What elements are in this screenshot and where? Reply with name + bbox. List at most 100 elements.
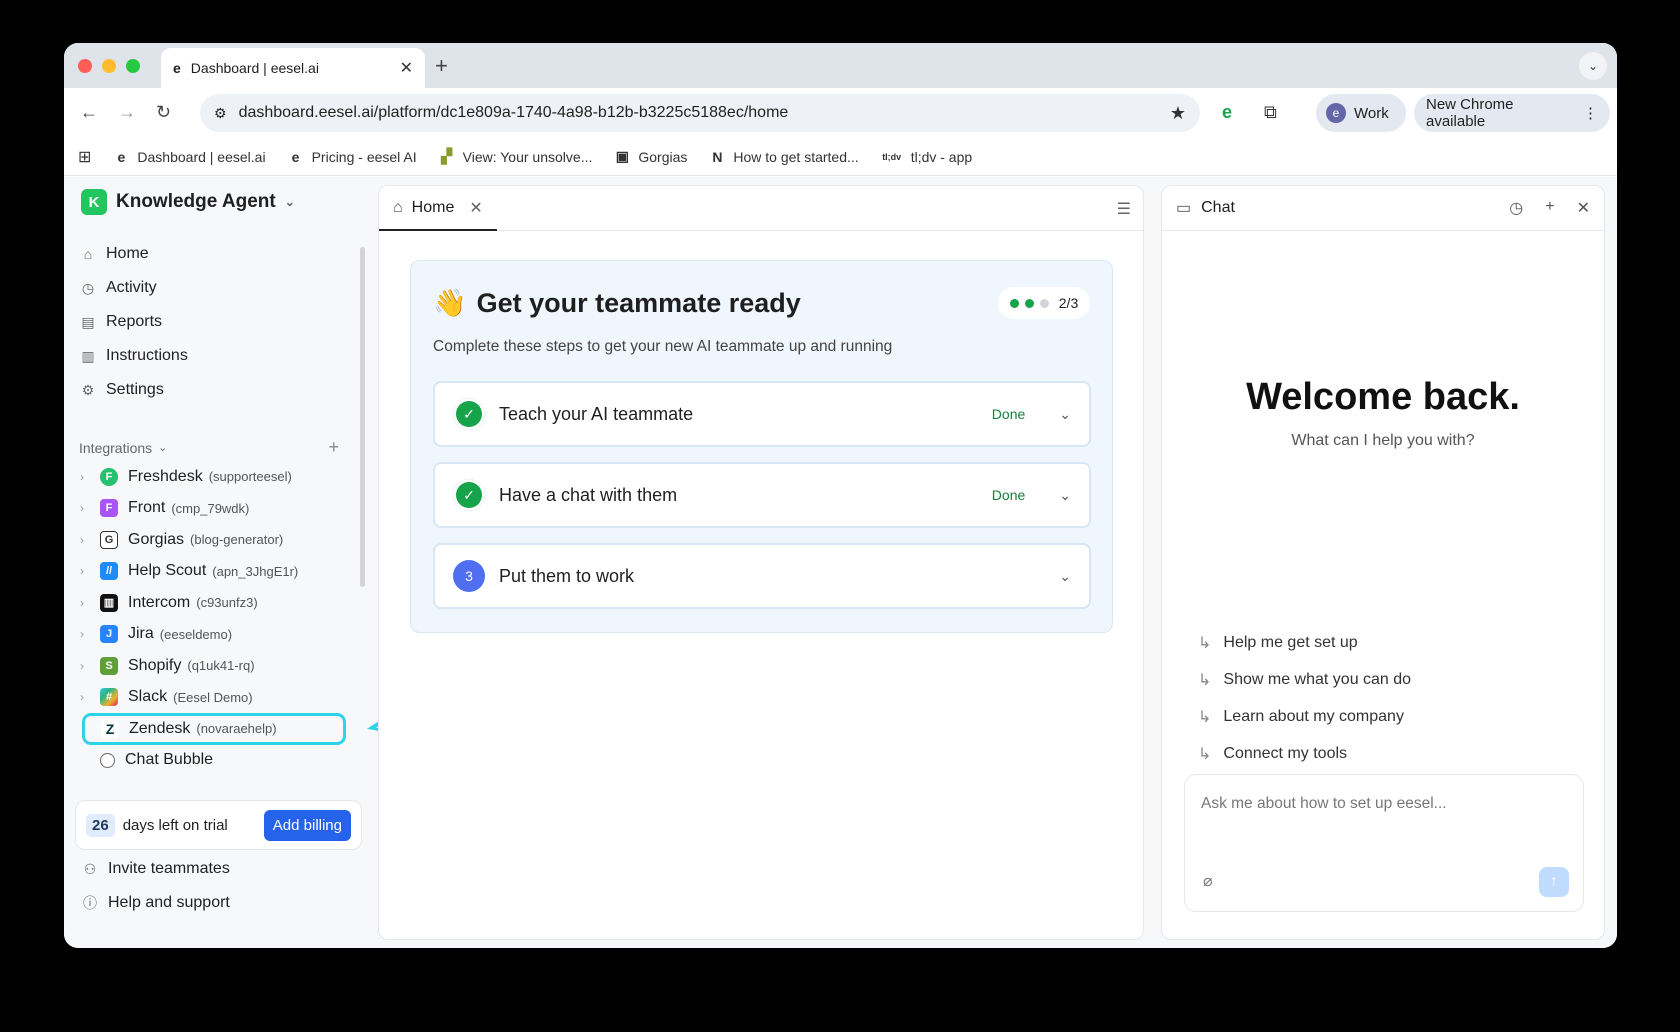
chevron-right-icon[interactable]: › — [80, 533, 94, 547]
send-arrow-icon[interactable]: ↑ — [1539, 867, 1569, 897]
bookmark-item[interactable]: ▣ Gorgias — [614, 148, 688, 165]
step-chat[interactable]: ✓ Have a chat with them Done ⌄ — [433, 462, 1091, 528]
profile-avatar: e — [1326, 103, 1346, 123]
sidebar-item-activity[interactable]: ◷ Activity — [80, 271, 340, 305]
chat-bubble-icon: ▭ — [1176, 200, 1192, 217]
chevron-right-icon[interactable]: › — [80, 596, 94, 610]
new-tab-button[interactable]: + — [435, 53, 448, 79]
reload-icon[interactable]: ↻ — [156, 102, 171, 123]
nav-label: Instructions — [106, 347, 188, 364]
chevron-right-icon[interactable]: › — [80, 564, 94, 578]
forward-arrow-icon[interactable]: → — [118, 102, 136, 123]
integration-account: (eeseldemo) — [159, 626, 233, 642]
gorgias-icon: G — [100, 530, 118, 549]
file-text-icon: ▥ — [81, 347, 95, 364]
paperclip-icon[interactable]: ⌀ — [1203, 871, 1213, 891]
menu-icon[interactable]: ☰ — [1117, 199, 1131, 219]
close-tab-icon[interactable]: ✕ — [400, 58, 413, 78]
chevron-down-icon[interactable]: ⌄ — [1059, 568, 1071, 585]
history-clock-icon[interactable]: ◷ — [1509, 198, 1523, 218]
help-support-link[interactable]: ⓘ Help and support — [82, 886, 230, 920]
bookmark-item[interactable]: N How to get started... — [709, 149, 858, 165]
apps-grid-icon[interactable]: ⊞ — [78, 147, 91, 167]
integration-account: (c93unfz3) — [196, 595, 258, 611]
step-work[interactable]: 3 Put them to work ⌄ — [433, 543, 1091, 609]
chevron-right-icon[interactable]: › — [80, 690, 94, 704]
workspace-switcher[interactable]: K Knowledge Agent ⌄ — [81, 189, 295, 215]
bookmark-item[interactable]: ▞ View: Your unsolve... — [439, 148, 593, 165]
close-window-button[interactable] — [78, 59, 92, 73]
suggestion-item[interactable]: ↳ Help me get set up — [1198, 624, 1411, 661]
integration-name: Zendesk — [129, 719, 191, 737]
title-bar: e Dashboard | eesel.ai ✕ + ⌄ — [64, 43, 1617, 88]
tab-search-chevron-icon[interactable]: ⌄ — [1579, 52, 1607, 80]
minimize-window-button[interactable] — [102, 59, 116, 73]
sidebar-bottom-nav: ⚇ Invite teammates ⓘ Help and support — [82, 852, 230, 920]
kebab-menu-icon[interactable]: ⋮ — [1583, 104, 1598, 122]
chrome-update-button[interactable]: New Chrome available ⋮ — [1414, 94, 1610, 132]
sidebar-scrollbar[interactable] — [360, 247, 365, 587]
progress-dot — [1024, 298, 1034, 308]
integration-gorgias[interactable]: › G Gorgias (blog-generator) — [78, 524, 358, 556]
check-circle-icon: ✓ — [453, 479, 485, 511]
suggestion-item[interactable]: ↳ Show me what you can do — [1198, 661, 1411, 698]
close-icon[interactable]: ✕ — [469, 198, 482, 218]
sidebar-item-instructions[interactable]: ▥ Instructions — [80, 339, 340, 373]
bookmark-item[interactable]: e Dashboard | eesel.ai — [113, 149, 266, 165]
browser-tab[interactable]: e Dashboard | eesel.ai ✕ — [161, 48, 425, 88]
integrations-header[interactable]: Integrations ⌄ + — [79, 437, 339, 458]
eesel-extension-icon[interactable]: e — [1222, 102, 1232, 123]
profile-button[interactable]: e Work — [1316, 94, 1406, 132]
bookmark-label: View: Your unsolve... — [462, 148, 593, 165]
integration-shopify[interactable]: › S Shopify (q1uk41-rq) — [78, 650, 358, 682]
gorgias-icon: ▣ — [615, 148, 629, 164]
bookmark-star-icon[interactable]: ★ — [1170, 103, 1186, 124]
integration-account: (supporteesel) — [208, 469, 292, 485]
chevron-right-icon[interactable]: › — [80, 659, 94, 673]
integration-chat-bubble[interactable]: Chat Bubble — [78, 745, 358, 777]
suggestion-item[interactable]: ↳ Learn about my company — [1198, 698, 1411, 735]
tab-home[interactable]: ⌂ Home ✕ — [379, 186, 497, 231]
close-icon[interactable]: ✕ — [1577, 198, 1590, 218]
progress-dot — [1009, 298, 1019, 308]
step-status: Done — [991, 406, 1026, 422]
sidebar-item-home[interactable]: ⌂ Home — [80, 237, 340, 271]
chevron-down-icon[interactable]: ⌄ — [1059, 406, 1071, 423]
add-integration-icon[interactable]: + — [328, 437, 339, 458]
address-bar[interactable]: ⚙ dashboard.eesel.ai/platform/dc1e809a-1… — [200, 94, 1200, 132]
integration-zendesk[interactable]: Z Zendesk (novaraehelp) — [82, 713, 346, 745]
step-teach[interactable]: ✓ Teach your AI teammate Done ⌄ — [433, 381, 1091, 447]
back-arrow-icon[interactable]: ← — [80, 102, 98, 123]
integration-help-scout[interactable]: › // Help Scout (apn_3JhgE1r) — [78, 556, 358, 588]
site-settings-icon[interactable]: ⚙ — [214, 105, 227, 122]
maximize-window-button[interactable] — [126, 59, 140, 73]
home-icon: ⌂ — [393, 198, 403, 216]
progress-indicator: 2/3 — [998, 287, 1090, 319]
bookmark-label: How to get started... — [733, 148, 859, 165]
invite-teammates-link[interactable]: ⚇ Invite teammates — [82, 852, 230, 886]
step-label: Teach your AI teammate — [499, 403, 694, 424]
bookmark-item[interactable]: tl;dv tl;dv - app — [881, 149, 972, 165]
integration-intercom[interactable]: › ▥ Intercom (c93unfz3) — [78, 587, 358, 619]
chevron-right-icon[interactable]: › — [80, 501, 94, 515]
chevron-right-icon[interactable]: › — [80, 627, 94, 641]
suggestion-item[interactable]: ↳ Connect my tools — [1198, 735, 1411, 772]
sidebar-item-reports[interactable]: ▤ Reports — [80, 305, 340, 339]
chat-input[interactable]: Ask me about how to set up eesel... ⌀ ↑ — [1184, 774, 1584, 912]
help-circle-icon: ⓘ — [83, 895, 97, 911]
integration-slack[interactable]: › # Slack (Eesel Demo) — [78, 682, 358, 714]
chevron-right-icon[interactable]: › — [80, 470, 94, 484]
chevron-down-icon[interactable]: ⌄ — [1059, 487, 1071, 504]
integration-name: Slack — [128, 688, 168, 706]
integration-freshdesk[interactable]: › F Freshdesk (supporteesel) — [78, 461, 358, 493]
extensions-puzzle-icon[interactable]: ⧉ — [1264, 102, 1277, 123]
add-billing-button[interactable]: Add billing — [263, 809, 351, 841]
integration-front[interactable]: › F Front (cmp_79wdk) — [78, 493, 358, 525]
integration-jira[interactable]: › J Jira (eeseldemo) — [78, 619, 358, 651]
new-chat-plus-icon[interactable]: + — [1545, 198, 1554, 218]
chat-title: Chat — [1201, 199, 1235, 216]
sidebar-item-settings[interactable]: ⚙ Settings — [80, 373, 340, 407]
bookmark-item[interactable]: e Pricing - eesel AI — [288, 149, 417, 165]
browser-toolbar: ← → ↻ ⚙ dashboard.eesel.ai/platform/dc1e… — [64, 88, 1617, 138]
freshdesk-icon: F — [100, 467, 118, 486]
